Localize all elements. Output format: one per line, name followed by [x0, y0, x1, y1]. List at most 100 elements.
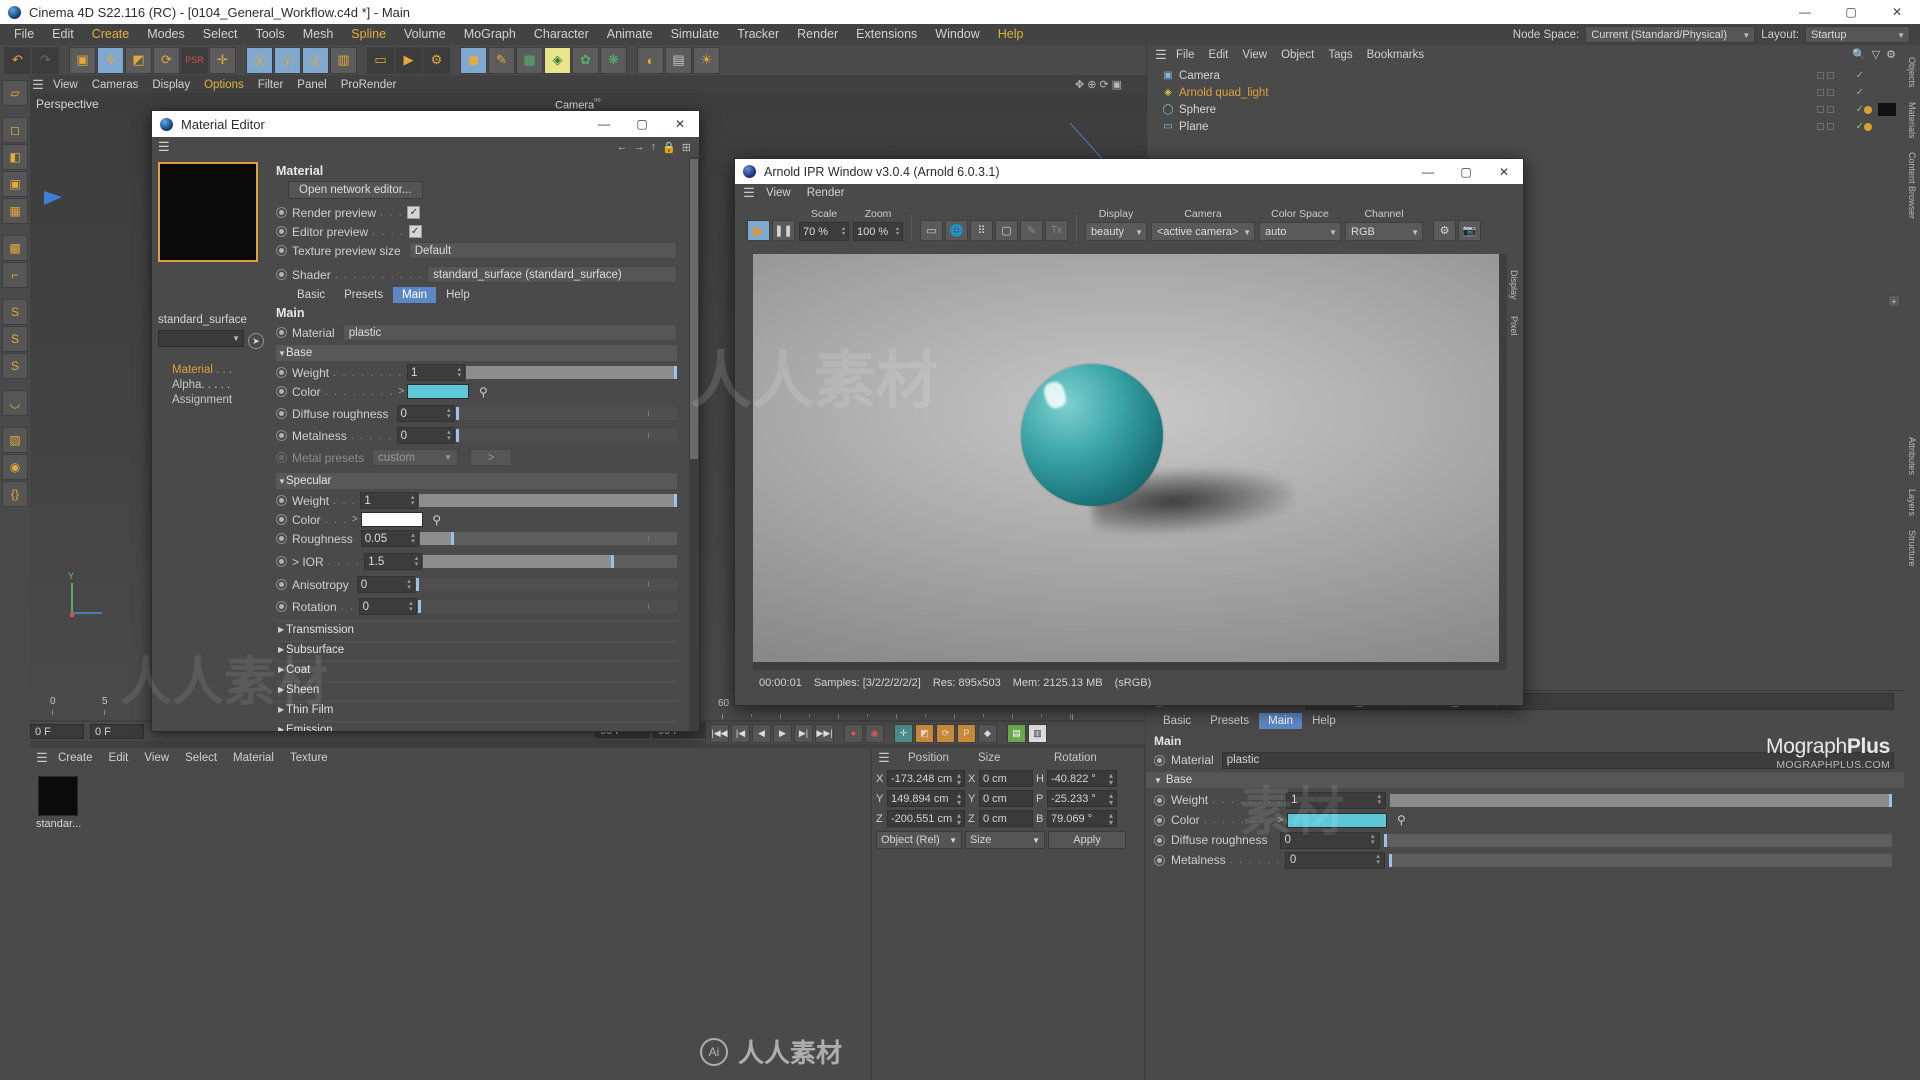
param-radio-icon[interactable] — [276, 430, 287, 441]
spinner-icon[interactable]: ▴▾ — [957, 772, 961, 786]
arnold-vertical-scrollbar[interactable] — [1499, 254, 1507, 669]
arnold-play-button[interactable]: ▶ — [747, 220, 770, 241]
om-menu-edit[interactable]: Edit — [1202, 49, 1236, 61]
me-tab-presets[interactable]: Presets — [335, 287, 392, 303]
render-picture-button[interactable]: ▶ — [395, 47, 422, 74]
timeline-mode-button[interactable]: ▤ — [1007, 724, 1026, 743]
channel-assignment[interactable]: Assignment — [158, 391, 266, 406]
generator-button[interactable]: ▩ — [516, 47, 543, 74]
arnold-frame-icon[interactable]: ▢ — [995, 220, 1018, 241]
me-up-icon[interactable]: ↑ — [651, 141, 657, 154]
eyedropper-icon[interactable]: ⚲ — [1393, 813, 1409, 827]
attr-diffuse-roughness-slider[interactable] — [1384, 834, 1892, 847]
step-forward-button[interactable]: ▶| — [794, 724, 813, 743]
menu-mograph[interactable]: MoGraph — [455, 24, 525, 45]
arnold-tab-pixel[interactable]: Pixel — [1509, 316, 1519, 336]
light-button[interactable]: ☀ — [693, 47, 720, 74]
me-pin-icon[interactable]: ⊞ — [682, 141, 691, 154]
script-icon[interactable]: {} — [2, 481, 28, 507]
key-point-button[interactable]: ◆ — [978, 724, 997, 743]
me-group-base[interactable]: ▼ Base — [276, 345, 677, 361]
coord-object-mode-select[interactable]: Object (Rel)▼ — [876, 831, 962, 849]
arnold-menu-render[interactable]: Render — [800, 187, 852, 199]
om-menu-object[interactable]: Object — [1274, 49, 1321, 61]
frame-start-field[interactable]: 0 F — [30, 724, 84, 739]
me-texture-preview-size-select[interactable]: Default — [409, 242, 677, 259]
snap-s1-icon[interactable]: S — [2, 299, 28, 325]
object-check-icon[interactable]: ✓ — [1856, 121, 1864, 132]
window-controls[interactable]: — ▢ ✕ — [1782, 0, 1920, 24]
texture-mode-icon[interactable]: ▩ — [2, 235, 28, 261]
attr-base-color-row[interactable]: Color . . . . . . . . > ⚲ — [1146, 810, 1904, 830]
cube-primitive-button[interactable]: ◼ — [460, 47, 487, 74]
param-radio-icon[interactable] — [276, 408, 287, 419]
matman-menu-edit[interactable]: Edit — [101, 752, 137, 764]
rotate-tool-button[interactable]: ⟳ — [153, 47, 180, 74]
object-manager-menubar[interactable]: ☰ File Edit View Object Tags Bookmarks 🔍… — [1147, 45, 1904, 64]
object-list[interactable]: ▣ Camera ✓ ◈ Arnold quad_light ✓ ◯ Spher… — [1147, 64, 1904, 135]
me-editor-preview-checkbox[interactable]: ✓ — [409, 225, 422, 238]
me-tabs[interactable]: Basic Presets Main Help — [288, 287, 691, 303]
autokeying-button[interactable]: ◉ — [865, 724, 884, 743]
coord-position-x[interactable]: -173.248 cm▴▾ — [887, 770, 965, 787]
me-metal-presets-row[interactable]: Metal presets custom▼ > — [276, 448, 691, 467]
me-base-weight-row[interactable]: Weight . . . . . . . . 1▴▾ — [276, 363, 691, 382]
nodespace-select[interactable]: Current (Standard/Physical) ▼ — [1585, 26, 1755, 43]
attr-base-color-swatch[interactable] — [1287, 813, 1387, 828]
material-editor-titlebar[interactable]: Material Editor — ▢ ✕ — [152, 111, 699, 137]
attr-base-weight-slider[interactable] — [1390, 794, 1892, 807]
me-diffuse-roughness-row[interactable]: Diffuse roughness 0▴▾ — [276, 404, 691, 423]
attr-radio-icon[interactable] — [1154, 835, 1165, 846]
me-group-sheen[interactable]: ▶ Sheen — [276, 681, 677, 698]
arnold-zoom-field[interactable]: 100 %▴▾ — [853, 222, 903, 241]
arnold-menu-view[interactable]: View — [759, 187, 798, 199]
coordinates-grid[interactable]: X -173.248 cm▴▾ X 0 cm H -40.822 °▴▾ Y 1… — [872, 768, 1144, 854]
coordinates-actions[interactable]: Object (Rel)▼ Size▼ Apply — [876, 831, 1140, 849]
arnold-colorspace-select[interactable]: auto▼ — [1259, 222, 1341, 241]
open-network-editor-button[interactable]: Open network editor... — [288, 181, 423, 199]
object-settings-icon[interactable]: ⚙ — [1886, 48, 1896, 61]
arnold-display-select[interactable]: beauty▼ — [1085, 222, 1147, 241]
me-diffuse-roughness-value[interactable]: 0▴▾ — [397, 405, 455, 422]
param-radio-icon[interactable] — [276, 245, 287, 256]
me-close-button[interactable]: ✕ — [661, 111, 699, 137]
arnold-maximize-button[interactable]: ▢ — [1447, 159, 1485, 184]
attr-diffuse-roughness-row[interactable]: Diffuse roughness 0▴▾ — [1146, 830, 1904, 850]
viewport-menubar[interactable]: ☰ View Cameras Display Options Filter Pa… — [30, 76, 1145, 93]
rail-label-attributes[interactable]: Attributes — [1907, 437, 1917, 475]
arnold-grid-icon[interactable]: ⠿ — [970, 220, 993, 241]
attr-tab-basic[interactable]: Basic — [1154, 713, 1200, 729]
arnold-tx-icon[interactable]: Tx — [1045, 220, 1068, 241]
me-base-color-swatch[interactable] — [407, 384, 469, 399]
edge-mode-icon[interactable]: ◧ — [2, 144, 28, 170]
menu-render[interactable]: Render — [788, 24, 847, 45]
material-preview-select[interactable]: ▼ — [158, 330, 244, 347]
object-row-sphere[interactable]: ◯ Sphere ✓ — [1147, 101, 1904, 118]
scale-tool-button[interactable]: ◩ — [125, 47, 152, 74]
psr-button[interactable]: PSR — [181, 47, 208, 74]
spline-pen-button[interactable]: ✎ — [488, 47, 515, 74]
arnold-settings-icon[interactable]: ⚙ — [1433, 220, 1456, 241]
viewport-corner-tools[interactable]: ✥ ⊕ ⟳ ▣ — [1075, 78, 1122, 91]
viewport-pan-icon[interactable]: ✥ — [1075, 78, 1084, 91]
menu-file[interactable]: File — [5, 24, 43, 45]
me-metalness-row[interactable]: Metalness . . . . . 0▴▾ — [276, 426, 691, 445]
attr-radio-icon[interactable] — [1154, 795, 1165, 806]
eyedropper-icon[interactable]: ⚲ — [429, 513, 445, 527]
menu-select[interactable]: Select — [194, 24, 247, 45]
viewport-zoom-icon[interactable]: ⊕ — [1087, 78, 1096, 91]
coordinates-row[interactable]: X -173.248 cm▴▾ X 0 cm H -40.822 °▴▾ — [876, 770, 1140, 787]
me-ior-row[interactable]: > IOR . . . . 1.5▴▾ — [276, 552, 691, 571]
attr-material-value[interactable]: plastic — [1222, 752, 1894, 769]
object-visibility-dots[interactable] — [1817, 106, 1834, 113]
object-manager-hamburger-icon[interactable]: ☰ — [1153, 47, 1169, 63]
environment-button[interactable]: ◐ — [637, 47, 664, 74]
arnold-menubar[interactable]: ☰ View Render — [735, 184, 1523, 202]
me-ior-value[interactable]: 1.5▴▾ — [364, 553, 422, 570]
arnold-brush-icon[interactable]: ✎ — [1020, 220, 1043, 241]
me-material-select[interactable]: plastic — [343, 324, 677, 341]
me-group-thin-film[interactable]: ▶ Thin Film — [276, 701, 677, 718]
material-editor-scroll-thumb[interactable] — [690, 159, 698, 459]
object-visibility-dots[interactable] — [1817, 123, 1834, 130]
expand-arrow-icon[interactable]: > — [1278, 815, 1284, 826]
